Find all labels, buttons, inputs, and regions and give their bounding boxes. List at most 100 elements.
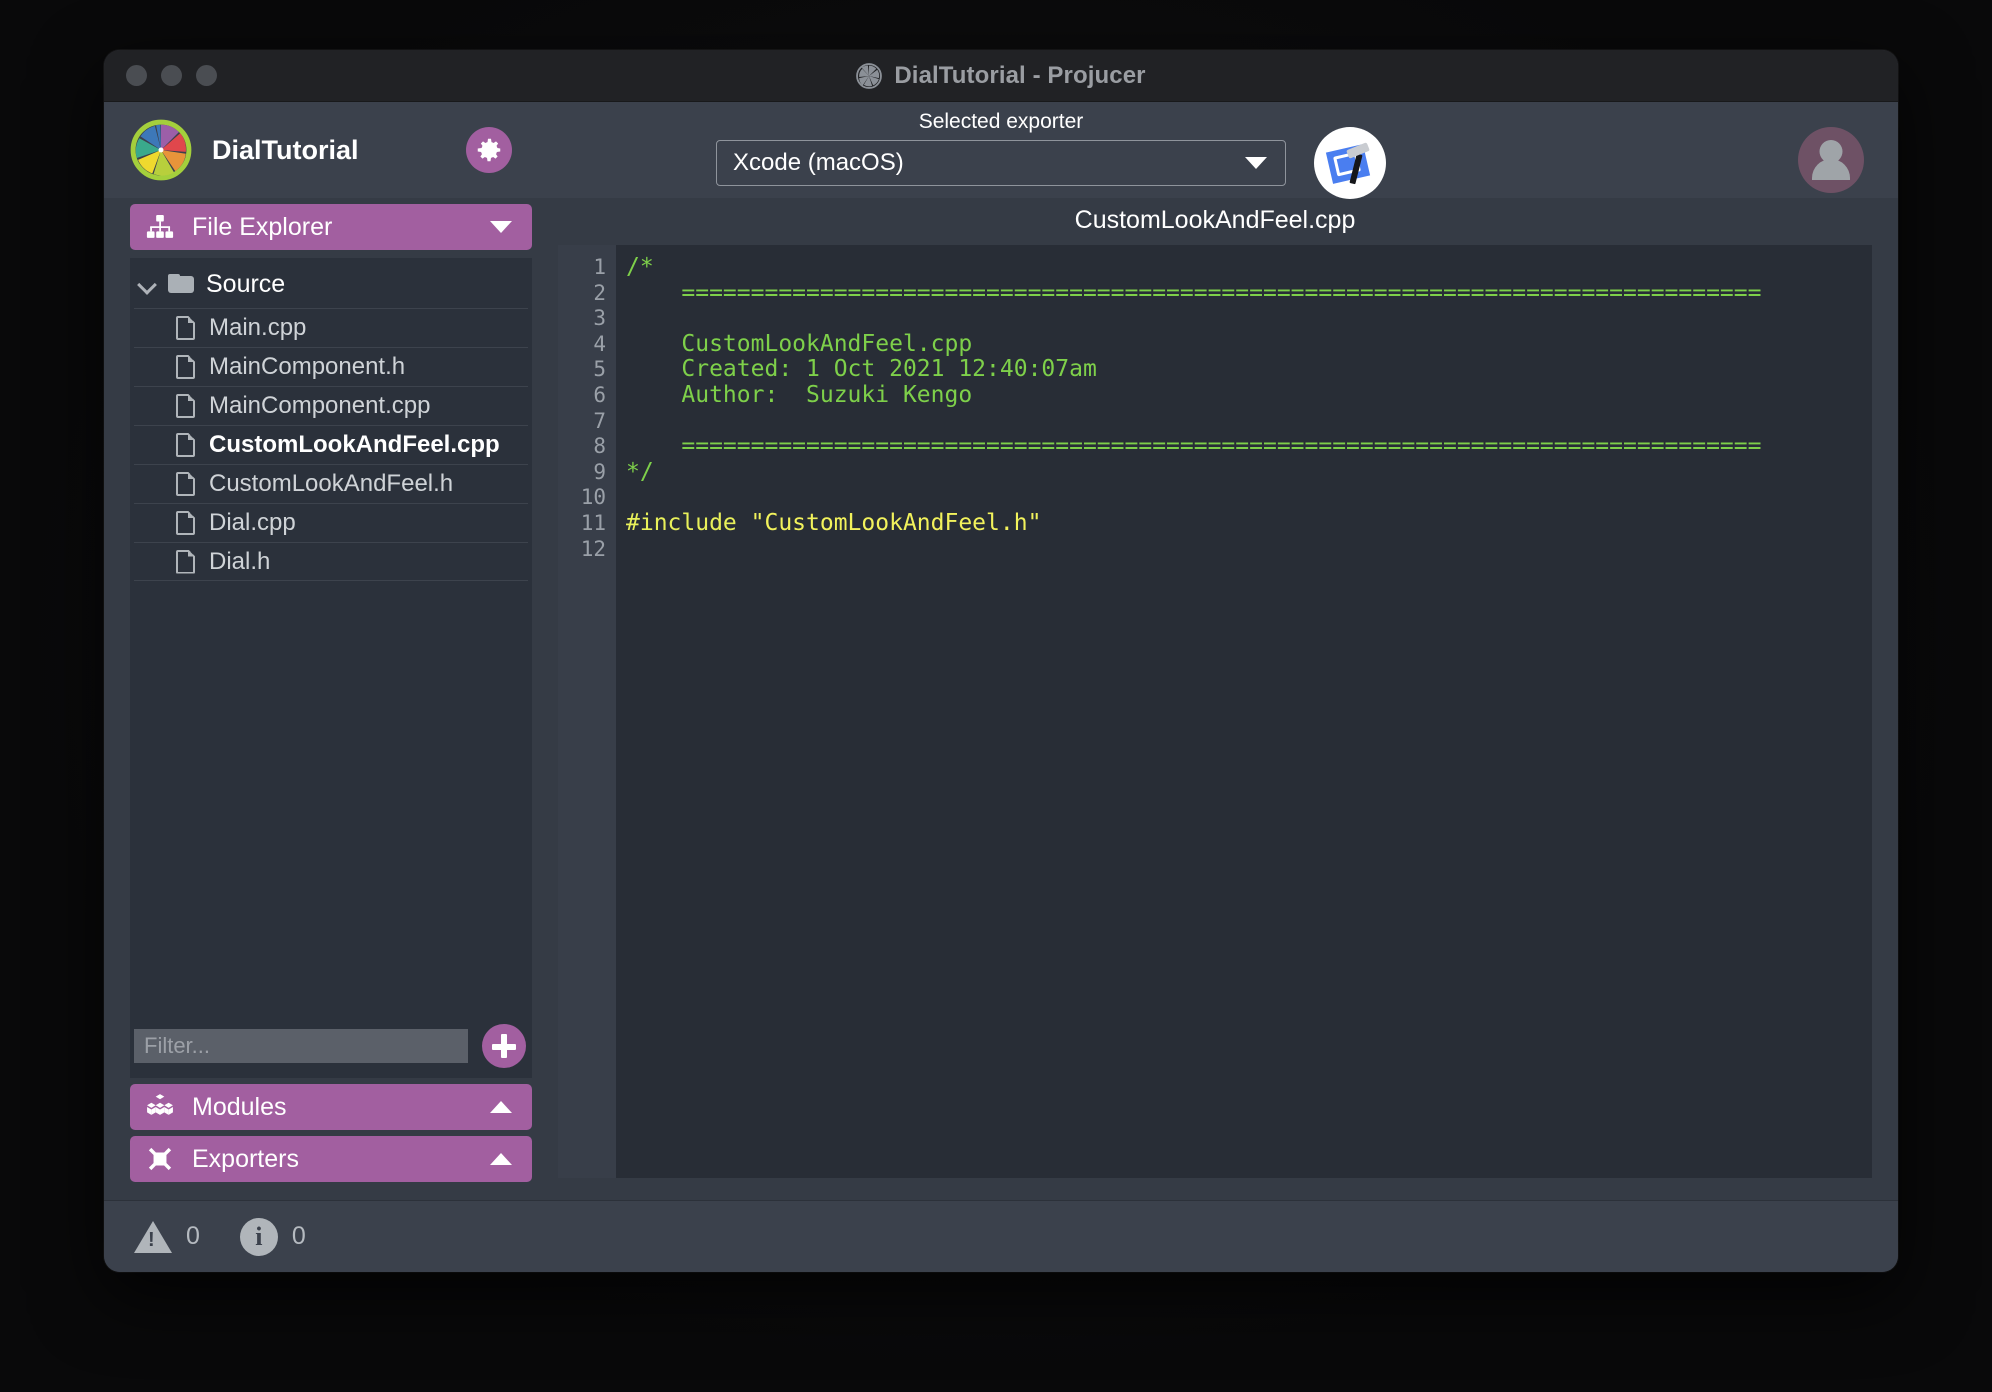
tree-group-source[interactable]: Source <box>130 260 532 308</box>
file-tree-item[interactable]: MainComponent.cpp <box>134 386 528 425</box>
hierarchy-icon <box>146 215 174 238</box>
code-line: ========================================… <box>626 433 1872 460</box>
file-tree-item[interactable]: Main.cpp <box>134 308 528 347</box>
sidebar-item-file-explorer[interactable]: File Explorer <box>130 204 532 250</box>
file-icon <box>176 511 195 535</box>
folder-icon <box>168 274 194 294</box>
code-token: ========================================… <box>626 433 1762 460</box>
file-icon <box>176 394 195 418</box>
code-token: /* <box>626 254 654 280</box>
chevron-down-icon <box>490 221 512 233</box>
file-icon <box>176 433 195 457</box>
file-tree-item[interactable]: MainComponent.h <box>134 347 528 386</box>
line-number: 3 <box>593 306 606 331</box>
file-icon <box>176 472 195 496</box>
editor-area: CustomLookAndFeel.cpp 1 2 3 4 5 6 7 8 9 10 11 12 /*… <box>550 198 1898 1200</box>
gear-glyph <box>477 138 501 162</box>
file-tree-item-label: Dial.h <box>209 547 271 575</box>
desktop-background: DialTutorial - Projucer DialTutorial Sel… <box>0 0 1992 1392</box>
project-name-label: DialTutorial <box>212 134 359 165</box>
code-line: */ <box>626 458 1872 486</box>
chevron-down-icon <box>138 275 156 293</box>
filter-input[interactable] <box>134 1029 468 1063</box>
code-line: CustomLookAndFeel.cpp <box>626 330 1872 358</box>
code-token: "CustomLookAndFeel.h" <box>750 509 1042 536</box>
plus-icon[interactable] <box>482 1024 526 1068</box>
juce-color-logo-icon <box>130 119 192 181</box>
warning-triangle-icon <box>134 1220 172 1253</box>
line-number: 7 <box>593 408 606 433</box>
code-editor[interactable]: 1 2 3 4 5 6 7 8 9 10 11 12 /* =====================… <box>558 245 1872 1178</box>
line-number: 12 <box>580 536 606 561</box>
warnings-count: 0 <box>186 1222 200 1250</box>
file-icon <box>176 316 195 340</box>
traffic-light-group <box>104 65 217 86</box>
close-button[interactable] <box>126 65 147 86</box>
file-icon <box>176 550 195 574</box>
exporter-dropdown[interactable]: Xcode (macOS) <box>716 140 1286 186</box>
info-status[interactable]: i 0 <box>239 1217 306 1256</box>
code-line: ========================================… <box>626 279 1872 307</box>
chevron-up-icon <box>490 1153 512 1165</box>
exporter-selected-value: Xcode (macOS) <box>733 149 904 176</box>
filter-row <box>130 1016 532 1078</box>
window-title-group: DialTutorial - Projucer <box>104 50 1898 101</box>
plug-icon <box>148 1147 172 1171</box>
juce-logo-icon <box>856 62 883 89</box>
line-number: 5 <box>593 357 606 382</box>
line-number: 4 <box>593 331 606 356</box>
code-token: Created: 1 Oct 2021 12:40:07am <box>626 356 1097 383</box>
exporter-section: Selected exporter Xcode (macOS) <box>716 110 1286 186</box>
xcode-launch-button[interactable] <box>1314 127 1386 199</box>
file-tree-panel: Source Main.cpp MainComponent.h MainComp… <box>130 258 532 1078</box>
minimize-button[interactable] <box>161 65 182 86</box>
modules-label: Modules <box>192 1092 287 1121</box>
file-tree-item-label: Main.cpp <box>209 314 307 341</box>
file-tree-item[interactable]: Dial.h <box>134 542 528 581</box>
code-token: #include <box>626 509 751 536</box>
file-tree-item-selected[interactable]: CustomLookAndFeel.cpp <box>134 425 528 464</box>
line-number: 1 <box>593 255 606 279</box>
code-token: ========================================… <box>626 279 1762 306</box>
sidebar: File Explorer Source Main.cpp MainCompon… <box>104 198 550 1200</box>
top-toolbar: DialTutorial Selected exporter Xcode (ma… <box>104 102 1898 199</box>
file-tree-item[interactable]: CustomLookAndFeel.h <box>134 464 528 503</box>
projucer-window: DialTutorial - Projucer DialTutorial Sel… <box>104 50 1898 1272</box>
sidebar-item-modules[interactable]: Modules <box>130 1084 532 1130</box>
info-count: 0 <box>291 1222 306 1250</box>
file-tree-list: Source Main.cpp MainComponent.h MainComp… <box>130 258 532 1016</box>
editor-filename-label: CustomLookAndFeel.cpp <box>1074 206 1356 234</box>
line-number: 6 <box>593 382 606 407</box>
code-line: /* <box>626 254 1872 281</box>
code-line: Created: 1 Oct 2021 12:40:07am <box>626 357 1872 383</box>
status-bar: 0 i 0 <box>104 1200 1898 1272</box>
project-brand: DialTutorial <box>130 119 430 181</box>
file-tree-item-label: Dial.cpp <box>209 509 296 536</box>
code-line: Author: Suzuki Kengo <box>626 382 1872 409</box>
modules-cubes-icon <box>147 1094 173 1115</box>
code-content[interactable]: /* =====================================… <box>616 245 1872 1178</box>
file-icon <box>176 355 195 379</box>
file-tree-item[interactable]: Dial.cpp <box>134 503 528 542</box>
maximize-button[interactable] <box>196 65 217 86</box>
file-tree-item-label: MainComponent.cpp <box>209 392 431 419</box>
sidebar-item-exporters[interactable]: Exporters <box>130 1136 532 1182</box>
chevron-up-icon <box>490 1101 512 1113</box>
line-number: 2 <box>593 280 606 305</box>
file-tree-item-label: CustomLookAndFeel.h <box>209 470 454 497</box>
avatar[interactable] <box>1798 127 1864 193</box>
file-explorer-label: File Explorer <box>192 212 333 241</box>
code-line: #include "CustomLookAndFeel.h" <box>626 509 1872 537</box>
exporter-label: Selected exporter <box>918 110 1084 133</box>
line-number: 11 <box>580 510 606 535</box>
code-token: CustomLookAndFeel.cpp <box>626 330 973 357</box>
line-number: 9 <box>593 459 606 484</box>
tree-group-label: Source <box>206 269 286 298</box>
main-body: File Explorer Source Main.cpp MainCompon… <box>104 198 1898 1200</box>
warnings-status[interactable]: 0 <box>134 1220 200 1253</box>
code-token: */ <box>626 458 654 485</box>
gear-icon[interactable] <box>466 127 512 173</box>
